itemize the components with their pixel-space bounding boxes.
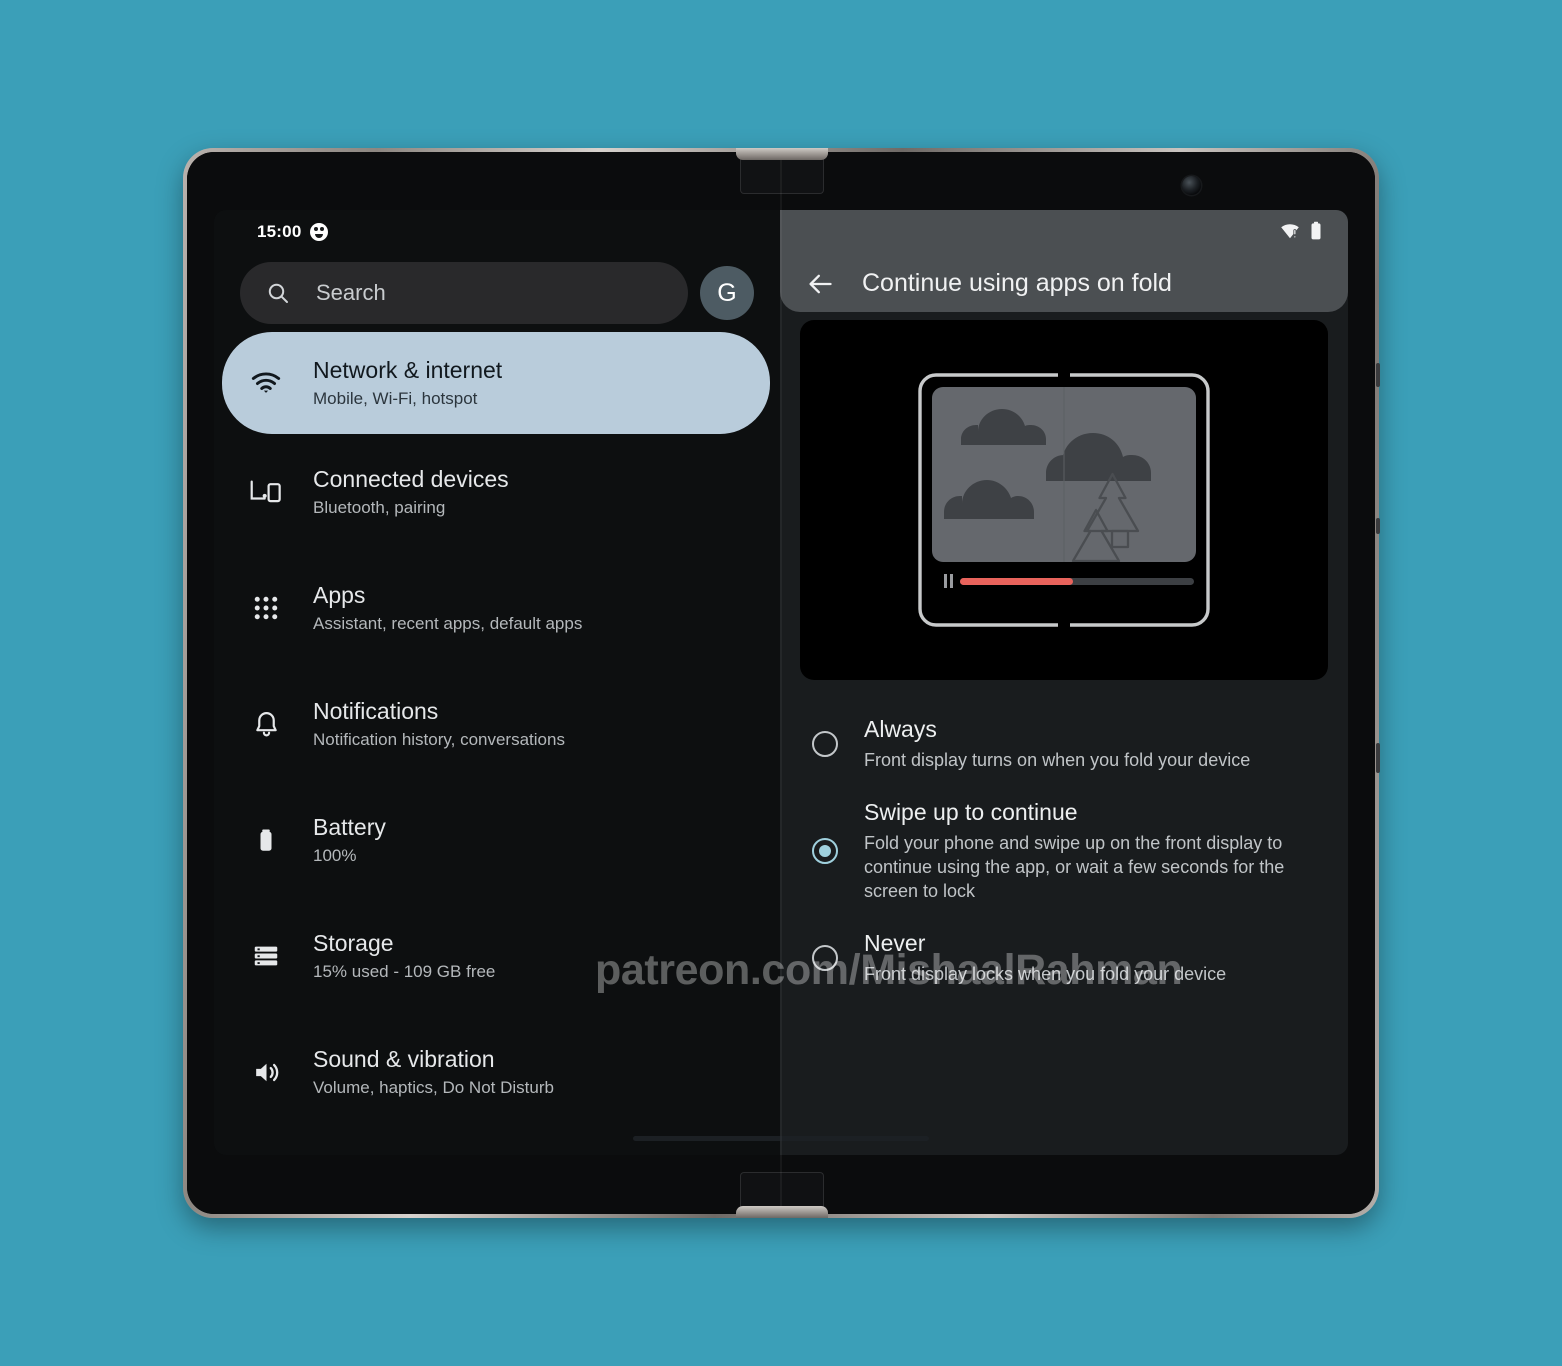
sidebar-item-title: Battery [313,814,386,840]
front-camera-icon [1182,176,1201,195]
back-arrow-icon[interactable] [806,270,834,298]
volume-icon [248,1057,284,1088]
option-always[interactable]: Always Front display turns on when you f… [802,704,1324,787]
apps-grid-icon [248,593,284,623]
wifi-icon [248,367,284,399]
storage-icon [248,941,284,971]
sidebar-item-title: Connected devices [313,466,509,492]
battery-icon [1310,221,1322,246]
sidebar-item-sound-vibration[interactable]: Sound & vibration Volume, haptics, Do No… [214,1014,780,1130]
sidebar-item-connected-devices[interactable]: Connected devices Bluetooth, pairing [214,434,780,550]
option-swipe-up-to-continue[interactable]: Swipe up to continue Fold your phone and… [802,787,1324,918]
side-button-power[interactable] [1376,743,1380,773]
sidebar-item-subtitle: Notification history, conversations [313,730,565,749]
detail-title-row: Continue using apps on fold [780,269,1348,298]
bell-icon [248,709,284,740]
sidebar-item-title: Notifications [313,698,439,724]
sidebar-item-title: Storage [313,930,394,956]
option-title: Always [864,716,937,742]
option-subtitle: Fold your phone and swipe up on the fron… [864,832,1285,901]
fold-behaviour-options: Always Front display turns on when you f… [780,680,1348,1001]
page-title: Continue using apps on fold [862,269,1172,297]
search-input[interactable]: Search [240,262,688,324]
settings-list: Network & internet Mobile, Wi-Fi, hotspo… [214,324,780,1130]
sidebar-item-subtitle: Volume, haptics, Do Not Disturb [313,1078,554,1097]
hinge-seam [780,152,782,1214]
wifi-no-internet-icon [1279,222,1301,245]
sidebar-item-notifications[interactable]: Notifications Notification history, conv… [214,666,780,782]
sidebar-item-subtitle: Bluetooth, pairing [313,498,446,517]
sidebar-item-title: Apps [313,582,366,608]
battery-icon [248,825,284,855]
sidebar-item-battery[interactable]: Battery 100% [214,782,780,898]
folded-device-video-playback-illustration [918,372,1210,628]
sidebar-item-subtitle: 15% used - 109 GB free [313,962,496,981]
status-bar: 15:00 [214,210,780,254]
foldable-device: 15:00 Search G Network & internet Mobile… [183,148,1380,1218]
connected-devices-icon [248,479,284,505]
sidebar-item-apps[interactable]: Apps Assistant, recent apps, default app… [214,550,780,666]
search-icon [266,281,290,305]
option-subtitle: Front display locks when you fold your d… [864,963,1227,984]
sidebar-item-subtitle: Assistant, recent apps, default apps [313,614,583,633]
settings-list-pane: 15:00 Search G Network & internet Mobile… [214,210,780,1155]
option-subtitle: Front display turns on when you fold you… [864,750,1251,770]
search-placeholder-text: Search [316,280,386,305]
option-never[interactable]: Never Front display locks when you fold … [802,918,1324,1001]
avatar[interactable]: G [700,266,754,320]
sidebar-item-subtitle: 100% [313,846,357,865]
fold-illustration [800,320,1328,680]
hinge-rail-bottom [736,1206,828,1218]
sidebar-item-subtitle: Mobile, Wi-Fi, hotspot [313,389,478,408]
side-button-volume-down[interactable] [1376,518,1380,534]
status-icons [1279,221,1322,246]
sidebar-item-title: Network & internet [313,357,503,383]
option-title: Swipe up to continue [864,798,1078,825]
avatar-label: G [717,278,737,307]
status-bar-time: 15:00 [257,222,302,241]
hinge-rail-top [736,148,828,160]
detail-pane: Continue using apps on fold Always Front… [780,210,1348,1155]
sidebar-item-network-internet[interactable]: Network & internet Mobile, Wi-Fi, hotspo… [222,332,770,434]
radio-button[interactable] [812,945,838,972]
detail-top-bar: Continue using apps on fold [780,210,1348,312]
radio-button[interactable] [812,731,838,758]
sidebar-item-storage[interactable]: Storage 15% used - 109 GB free [214,898,780,1014]
radio-button-selected[interactable] [812,838,838,865]
option-title: Never [864,929,926,956]
search-row: Search G [214,254,780,324]
cat-face-icon [310,223,329,241]
sidebar-item-title: Sound & vibration [313,1046,495,1072]
side-button-volume-up[interactable] [1376,363,1380,387]
